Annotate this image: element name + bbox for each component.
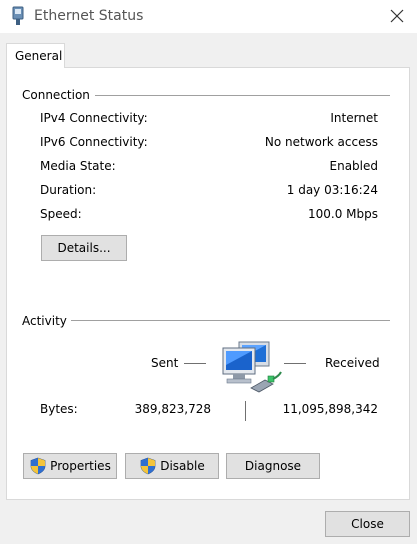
close-button[interactable]: Close	[325, 511, 410, 537]
disable-button-label: Disable	[160, 459, 205, 473]
uac-shield-icon	[140, 457, 156, 475]
duration-label: Duration:	[40, 183, 97, 197]
sent-label: Sent	[151, 356, 179, 370]
speed-value: 100.0 Mbps	[307, 207, 378, 221]
tab-general-label: General	[15, 49, 63, 63]
connection-group-divider	[95, 95, 390, 96]
title-bar: Ethernet Status	[0, 0, 417, 33]
properties-button[interactable]: Properties	[23, 453, 117, 479]
uac-shield-icon	[30, 457, 46, 475]
received-dash	[284, 363, 306, 364]
bytes-divider	[245, 401, 246, 421]
ipv6-connectivity-value: No network access	[264, 135, 378, 149]
received-label: Received	[325, 356, 380, 370]
connection-group-label: Connection	[22, 88, 90, 102]
bytes-sent-value: 389,823,728	[134, 402, 211, 416]
disable-button[interactable]: Disable	[125, 453, 219, 479]
network-computers-icon	[222, 341, 282, 393]
close-icon[interactable]	[384, 4, 410, 28]
bytes-label: Bytes:	[40, 402, 78, 416]
tab-general[interactable]: General	[6, 43, 65, 68]
ipv4-connectivity-label: IPv4 Connectivity:	[40, 111, 148, 125]
diagnose-button[interactable]: Diagnose	[226, 453, 320, 479]
bytes-received-value: 11,095,898,342	[282, 402, 378, 416]
general-tab-panel	[6, 67, 410, 500]
ethernet-adapter-icon	[12, 6, 24, 25]
window-title: Ethernet Status	[34, 8, 144, 24]
activity-group-label: Activity	[22, 314, 67, 328]
media-state-label: Media State:	[40, 159, 116, 173]
speed-label: Speed:	[40, 207, 82, 221]
ipv4-connectivity-value: Internet	[330, 111, 378, 125]
media-state-value: Enabled	[329, 159, 379, 173]
sent-dash	[184, 363, 206, 364]
ipv6-connectivity-label: IPv6 Connectivity:	[40, 135, 148, 149]
activity-group-divider	[71, 320, 390, 321]
duration-value: 1 day 03:16:24	[286, 183, 378, 197]
properties-button-label: Properties	[50, 459, 111, 473]
details-button[interactable]: Details...	[41, 235, 127, 261]
